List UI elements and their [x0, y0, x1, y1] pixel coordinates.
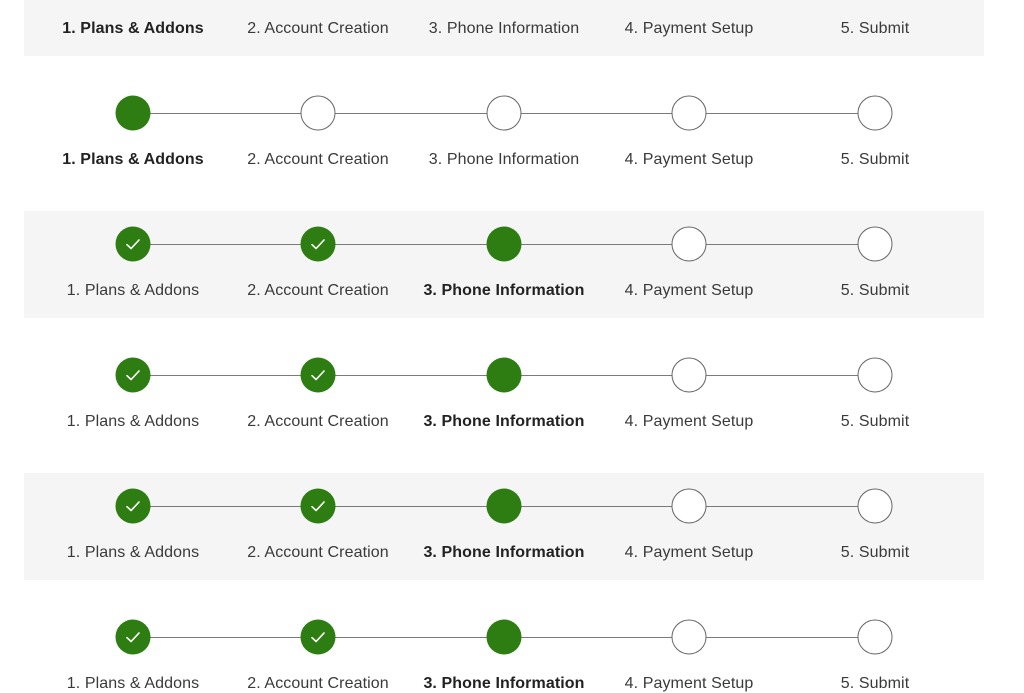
step-current-circle[interactable]: [486, 619, 522, 655]
step-complete-circle[interactable]: [300, 226, 336, 262]
step-label-2: 2. Account Creation: [247, 413, 389, 430]
step-complete-circle[interactable]: [115, 226, 151, 262]
header-step-label-4: 4. Payment Setup: [624, 20, 754, 37]
step-complete-circle[interactable]: [300, 619, 336, 655]
step-label-5: 5. Submit: [840, 282, 910, 299]
step-label-1: 1. Plans & Addons: [66, 675, 200, 692]
step-label-5: 5. Submit: [840, 544, 910, 561]
step-pending-circle[interactable]: [671, 488, 707, 524]
step-label-2: 2. Account Creation: [247, 675, 389, 692]
header-step-label-1: 1. Plans & Addons: [62, 20, 204, 37]
checkmark-icon: [311, 501, 325, 512]
step-pending-circle[interactable]: [486, 95, 522, 131]
checkmark-icon: [126, 501, 140, 512]
step-pending-circle[interactable]: [857, 226, 893, 262]
checkmark-icon: [311, 370, 325, 381]
checkmark-icon: [311, 632, 325, 643]
step-label-1: 1. Plans & Addons: [62, 151, 204, 168]
step-current-circle[interactable]: [486, 226, 522, 262]
step-complete-circle[interactable]: [300, 488, 336, 524]
step-label-1: 1. Plans & Addons: [66, 413, 200, 430]
step-current-circle[interactable]: [115, 95, 151, 131]
header-step-label-5: 5. Submit: [840, 20, 910, 37]
step-pending-circle[interactable]: [671, 95, 707, 131]
checkmark-icon: [126, 239, 140, 250]
step-label-5: 5. Submit: [840, 413, 910, 430]
step-label-4: 4. Payment Setup: [624, 151, 754, 168]
header-step-label-3: 3. Phone Information: [428, 20, 580, 37]
step-pending-circle[interactable]: [671, 619, 707, 655]
step-label-2: 2. Account Creation: [247, 282, 389, 299]
step-complete-circle[interactable]: [115, 357, 151, 393]
header-step-label-2: 2. Account Creation: [247, 20, 389, 37]
step-label-4: 4. Payment Setup: [624, 544, 754, 561]
step-label-5: 5. Submit: [840, 675, 910, 692]
step-label-4: 4. Payment Setup: [624, 282, 754, 299]
checkmark-icon: [126, 632, 140, 643]
step-label-3: 3. Phone Information: [423, 413, 585, 430]
step-label-1: 1. Plans & Addons: [66, 544, 200, 561]
step-current-circle[interactable]: [486, 357, 522, 393]
step-current-circle[interactable]: [486, 488, 522, 524]
checkmark-icon: [311, 239, 325, 250]
step-pending-circle[interactable]: [671, 226, 707, 262]
step-label-5: 5. Submit: [840, 151, 910, 168]
step-pending-circle[interactable]: [300, 95, 336, 131]
step-complete-circle[interactable]: [300, 357, 336, 393]
step-pending-circle[interactable]: [857, 619, 893, 655]
checkmark-icon: [126, 370, 140, 381]
step-pending-circle[interactable]: [857, 357, 893, 393]
step-pending-circle[interactable]: [671, 357, 707, 393]
step-label-4: 4. Payment Setup: [624, 413, 754, 430]
step-label-3: 3. Phone Information: [423, 544, 585, 561]
step-label-3: 3. Phone Information: [423, 675, 585, 692]
step-label-2: 2. Account Creation: [247, 544, 389, 561]
step-pending-circle[interactable]: [857, 95, 893, 131]
step-label-2: 2. Account Creation: [247, 151, 389, 168]
step-complete-circle[interactable]: [115, 619, 151, 655]
step-label-1: 1. Plans & Addons: [66, 282, 200, 299]
step-label-3: 3. Phone Information: [423, 282, 585, 299]
step-pending-circle[interactable]: [857, 488, 893, 524]
step-label-4: 4. Payment Setup: [624, 675, 754, 692]
step-complete-circle[interactable]: [115, 488, 151, 524]
step-label-3: 3. Phone Information: [428, 151, 580, 168]
